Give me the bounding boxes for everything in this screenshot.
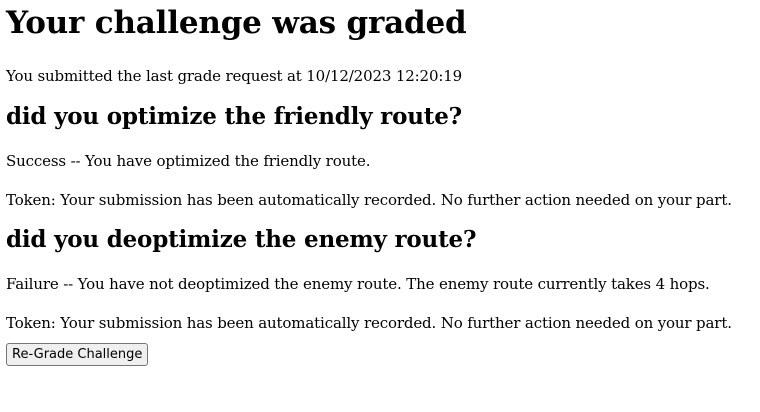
question-heading: did you optimize the friendly route? bbox=[6, 103, 462, 130]
result-status: Success -- You have optimized the friend… bbox=[6, 152, 371, 170]
question-section-enemy-route: did you deoptimize the enemy route? Fail… bbox=[6, 226, 754, 332]
page-title: Your challenge was graded bbox=[6, 5, 467, 41]
regrade-challenge-button[interactable]: Re-Grade Challenge bbox=[6, 343, 149, 366]
question-heading: did you deoptimize the enemy route? bbox=[6, 226, 477, 253]
result-status: Failure -- You have not deoptimized the … bbox=[6, 275, 710, 293]
result-token: Token: Your submission has been automati… bbox=[6, 314, 732, 332]
question-section-friendly-route: did you optimize the friendly route? Suc… bbox=[6, 103, 754, 209]
actions-row: Re-Grade Challenge bbox=[6, 343, 754, 366]
result-token: Token: Your submission has been automati… bbox=[6, 191, 732, 209]
submission-timestamp: You submitted the last grade request at … bbox=[6, 67, 463, 85]
